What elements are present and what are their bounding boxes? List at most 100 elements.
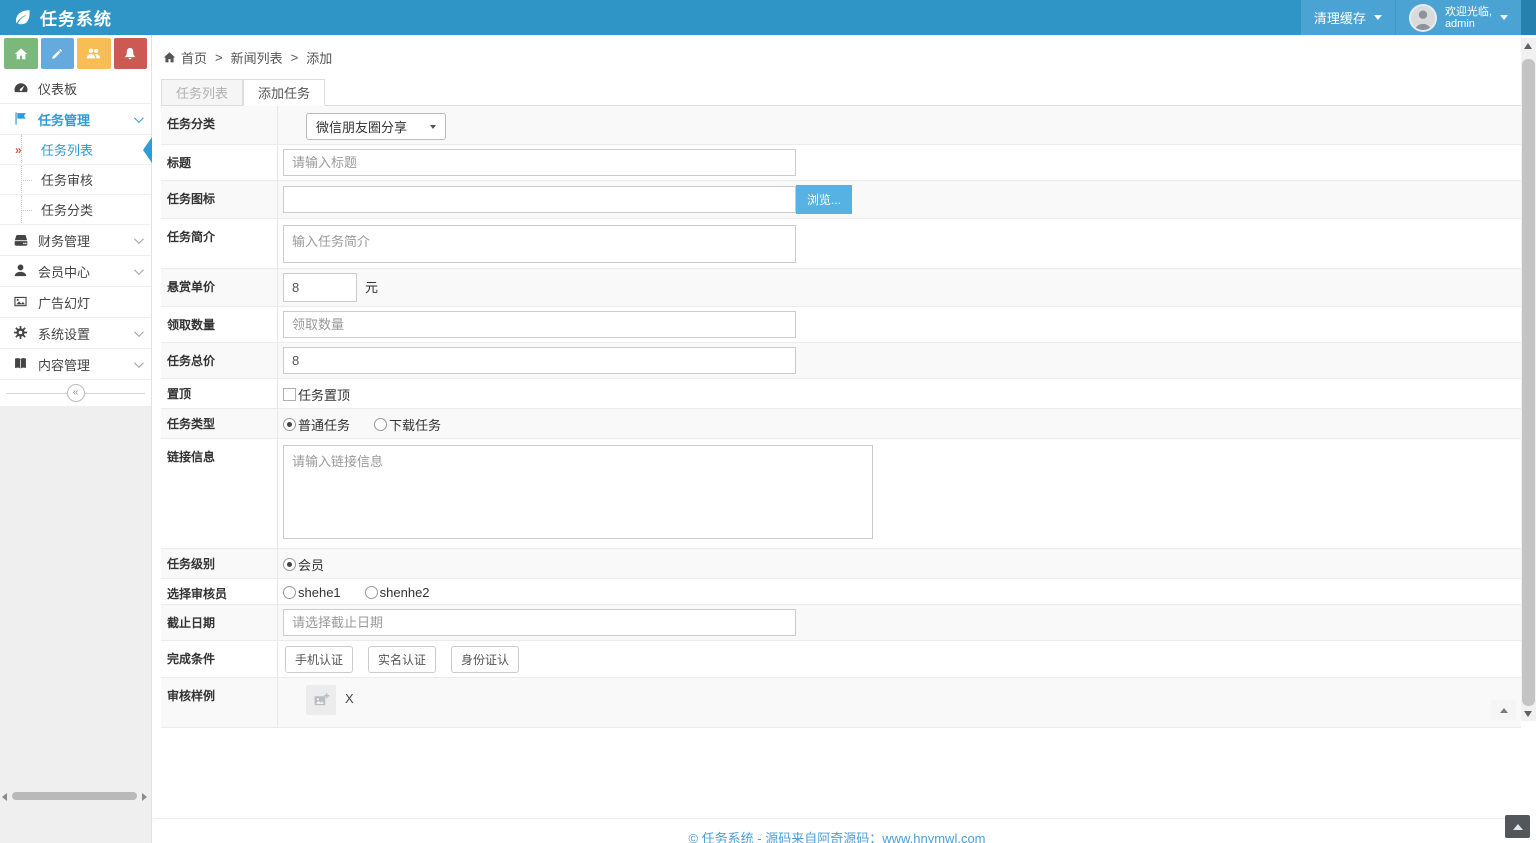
sidebar-subitem-task-review[interactable]: 任务审核 bbox=[0, 165, 151, 195]
checkbox-icon[interactable] bbox=[283, 388, 296, 401]
title-input[interactable] bbox=[283, 149, 796, 176]
scroll-up-icon bbox=[1500, 708, 1508, 713]
condition-phone-button[interactable]: 手机认证 bbox=[285, 646, 353, 673]
radio-icon[interactable] bbox=[374, 418, 387, 431]
sidebar-subitem-task-list[interactable]: » 任务列表 bbox=[0, 135, 151, 165]
sidebar-item-label: 内容管理 bbox=[38, 355, 90, 374]
book-icon bbox=[13, 356, 29, 372]
vertical-scrollbar-thumb[interactable] bbox=[1522, 59, 1535, 706]
back-to-top-button[interactable] bbox=[1505, 815, 1530, 838]
image-icon bbox=[13, 294, 29, 310]
breadcrumb-add: 添加 bbox=[306, 48, 332, 67]
task-management-submenu: » 任务列表 任务审核 任务分类 bbox=[0, 135, 151, 225]
deadline-input[interactable] bbox=[283, 609, 796, 636]
task-type-download-radio[interactable]: 下载任务 bbox=[374, 415, 441, 434]
breadcrumb-news-list[interactable]: 新闻列表 bbox=[231, 48, 283, 67]
sidebar-filler bbox=[0, 406, 151, 843]
sidebar-subitem-label: 任务分类 bbox=[41, 200, 93, 219]
add-task-form: 任务分类 微信朋友圈分享 标题 任务图标 浏览... bbox=[161, 106, 1521, 728]
tab-add-task[interactable]: 添加任务 bbox=[243, 79, 325, 106]
sidebar-item-ad-slides[interactable]: 广告幻灯 bbox=[0, 287, 151, 318]
scroll-left-icon[interactable] bbox=[2, 793, 7, 801]
sidebar-item-members[interactable]: 会员中心 bbox=[0, 256, 151, 287]
sidebar-subitem-task-category[interactable]: 任务分类 bbox=[0, 195, 151, 225]
field-label: 任务分类 bbox=[161, 106, 278, 144]
horizontal-scrollbar[interactable] bbox=[0, 790, 151, 803]
condition-realname-button[interactable]: 实名认证 bbox=[368, 646, 436, 673]
claim-quantity-input[interactable] bbox=[283, 311, 796, 338]
field-label: 置顶 bbox=[161, 379, 278, 408]
browse-button[interactable]: 浏览... bbox=[796, 185, 852, 214]
condition-idcard-button[interactable]: 身份证认 bbox=[451, 646, 519, 673]
chevron-down-icon bbox=[430, 125, 436, 129]
gauge-icon bbox=[13, 80, 29, 96]
unit-price-input[interactable] bbox=[283, 273, 357, 302]
main-content: 首页 > 新闻列表 > 添加 任务列表 添加任务 任务分类 微信朋友圈分享 标题 bbox=[153, 35, 1536, 843]
link-info-textarea[interactable] bbox=[283, 445, 873, 539]
task-intro-textarea[interactable] bbox=[283, 225, 796, 263]
sidebar-item-finance[interactable]: 财务管理 bbox=[0, 225, 151, 256]
form-row-link-info: 链接信息 bbox=[161, 439, 1521, 549]
sidebar-item-label: 任务管理 bbox=[38, 110, 90, 129]
flag-icon bbox=[13, 111, 29, 127]
inner-scroll-up-button[interactable] bbox=[1491, 700, 1516, 720]
sidebar-item-dashboard[interactable]: 仪表板 bbox=[0, 73, 151, 104]
reviewer-shehe1-radio[interactable]: shehe1 bbox=[283, 585, 341, 600]
form-row-claim-quantity: 领取数量 bbox=[161, 307, 1521, 343]
sidebar-item-task-management[interactable]: 任务管理 bbox=[0, 104, 151, 135]
notifications-quick-button[interactable] bbox=[114, 38, 148, 69]
app-title: 任务系统 bbox=[40, 5, 112, 30]
breadcrumb-home[interactable]: 首页 bbox=[181, 48, 207, 67]
field-label: 任务级别 bbox=[161, 549, 278, 578]
chevron-down-icon bbox=[134, 113, 144, 123]
sample-upload-box[interactable] bbox=[306, 685, 336, 715]
chevron-down-icon bbox=[1374, 15, 1382, 20]
horizontal-scrollbar-thumb[interactable] bbox=[12, 792, 137, 800]
edit-quick-button[interactable] bbox=[41, 38, 75, 69]
form-row-total-price: 任务总价 bbox=[161, 343, 1521, 379]
breadcrumb: 首页 > 新闻列表 > 添加 bbox=[153, 35, 1536, 71]
content-spacer bbox=[153, 728, 1521, 818]
footer-text[interactable]: © 任务系统 - 源码来自阿奇源码：www.hnymwl.com bbox=[688, 831, 985, 843]
home-icon bbox=[14, 47, 28, 61]
sample-remove-link[interactable]: X bbox=[345, 691, 354, 706]
tab-task-list[interactable]: 任务列表 bbox=[161, 79, 243, 105]
scroll-down-icon[interactable] bbox=[1524, 711, 1532, 717]
radio-checked-icon[interactable] bbox=[283, 418, 296, 431]
clear-cache-dropdown[interactable]: 清理缓存 bbox=[1301, 0, 1395, 35]
home-quick-button[interactable] bbox=[4, 38, 38, 69]
field-label: 任务简介 bbox=[161, 219, 278, 268]
users-quick-button[interactable] bbox=[77, 38, 111, 69]
task-category-select[interactable]: 微信朋友圈分享 bbox=[306, 113, 446, 140]
field-label: 任务类型 bbox=[161, 409, 278, 438]
field-label: 任务总价 bbox=[161, 343, 278, 378]
sidebar-item-label: 仪表板 bbox=[38, 79, 77, 98]
arrow-up-icon bbox=[1513, 824, 1523, 830]
radio-icon[interactable] bbox=[365, 586, 378, 599]
sidebar-subitem-label: 任务列表 bbox=[41, 140, 93, 159]
task-type-normal-radio[interactable]: 普通任务 bbox=[283, 415, 350, 434]
drive-icon bbox=[13, 232, 29, 248]
task-level-member-radio[interactable]: 会员 bbox=[283, 555, 324, 574]
task-icon-file-input[interactable] bbox=[283, 186, 796, 213]
sidebar-item-label: 系统设置 bbox=[38, 324, 90, 343]
radio-icon[interactable] bbox=[283, 586, 296, 599]
form-row-intro: 任务简介 bbox=[161, 219, 1521, 269]
reviewer-shenhe2-radio[interactable]: shenhe2 bbox=[365, 585, 430, 600]
sidebar-item-system-settings[interactable]: 系统设置 bbox=[0, 318, 151, 349]
form-row-pin: 置顶 任务置顶 bbox=[161, 379, 1521, 409]
scroll-up-icon[interactable] bbox=[1524, 43, 1532, 49]
scroll-right-icon[interactable] bbox=[142, 793, 147, 801]
page-footer: © 任务系统 - 源码来自阿奇源码：www.hnymwl.com bbox=[153, 818, 1521, 843]
radio-checked-icon[interactable] bbox=[283, 558, 296, 571]
app-brand[interactable]: 任务系统 bbox=[0, 0, 112, 35]
sidebar-item-content-management[interactable]: 内容管理 bbox=[0, 349, 151, 380]
radio-label: shehe1 bbox=[298, 585, 341, 600]
user-menu-dropdown[interactable]: 欢迎光临, admin bbox=[1395, 0, 1521, 35]
form-row-review-sample: 审核样例 X bbox=[161, 678, 1521, 728]
pin-checkbox-option[interactable]: 任务置顶 bbox=[283, 385, 350, 404]
vertical-scrollbar[interactable] bbox=[1521, 38, 1536, 721]
sidebar-collapse-button[interactable]: « bbox=[67, 384, 85, 402]
total-price-input[interactable] bbox=[283, 347, 796, 374]
chevron-down-icon bbox=[134, 234, 144, 244]
